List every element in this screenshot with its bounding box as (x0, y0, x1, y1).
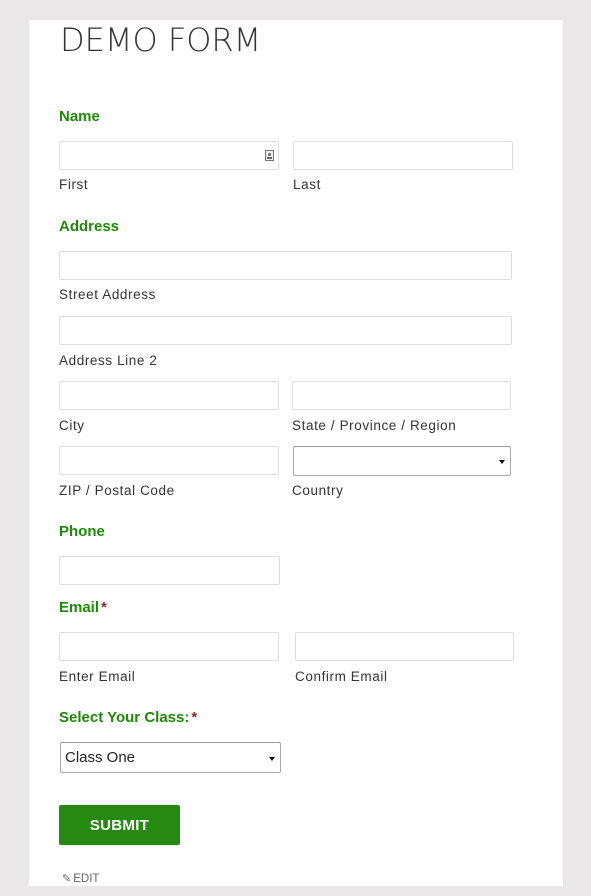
contact-card-icon[interactable] (265, 150, 274, 161)
class-selected-value: Class One (65, 749, 136, 766)
city-sublabel: City (59, 418, 85, 433)
enter-email-sublabel: Enter Email (59, 669, 136, 684)
edit-label: EDIT (73, 872, 100, 885)
country-sublabel: Country (292, 483, 344, 498)
phone-input[interactable] (59, 556, 280, 585)
phone-label: Phone (59, 523, 105, 540)
email-label: Email * (59, 599, 107, 616)
class-select[interactable]: Class One (60, 742, 281, 773)
submit-button[interactable]: SUBMIT (59, 805, 180, 845)
chevron-down-icon (269, 757, 275, 761)
state-input[interactable] (292, 381, 511, 410)
chevron-down-icon (499, 460, 505, 464)
edit-link[interactable]: ✎ EDIT (62, 872, 100, 886)
address-line-2-sublabel: Address Line 2 (59, 353, 158, 368)
class-label: Select Your Class: * (59, 709, 197, 726)
country-select[interactable] (293, 446, 511, 476)
confirm-email-input[interactable] (295, 632, 514, 661)
last-name-input[interactable] (293, 141, 513, 170)
first-name-input[interactable] (59, 141, 279, 170)
page-title: DEMO FORM (60, 21, 262, 59)
first-name-sublabel: First (59, 177, 89, 192)
required-mark: * (101, 599, 107, 616)
address-label: Address (59, 218, 120, 235)
confirm-email-sublabel: Confirm Email (295, 669, 388, 684)
enter-email-input[interactable] (59, 632, 279, 661)
class-label-text: Select Your Class: (59, 709, 190, 726)
email-label-text: Email (59, 599, 100, 616)
street-address-sublabel: Street Address (59, 287, 156, 302)
city-input[interactable] (59, 381, 279, 410)
required-mark: * (191, 709, 198, 726)
state-sublabel: State / Province / Region (292, 418, 457, 433)
name-label: Name (59, 108, 100, 125)
zip-input[interactable] (59, 446, 279, 475)
last-name-sublabel: Last (293, 177, 321, 192)
pencil-icon: ✎ (62, 873, 72, 885)
address-line-2-input[interactable] (59, 316, 512, 345)
street-address-input[interactable] (59, 251, 512, 280)
zip-sublabel: ZIP / Postal Code (59, 483, 175, 498)
